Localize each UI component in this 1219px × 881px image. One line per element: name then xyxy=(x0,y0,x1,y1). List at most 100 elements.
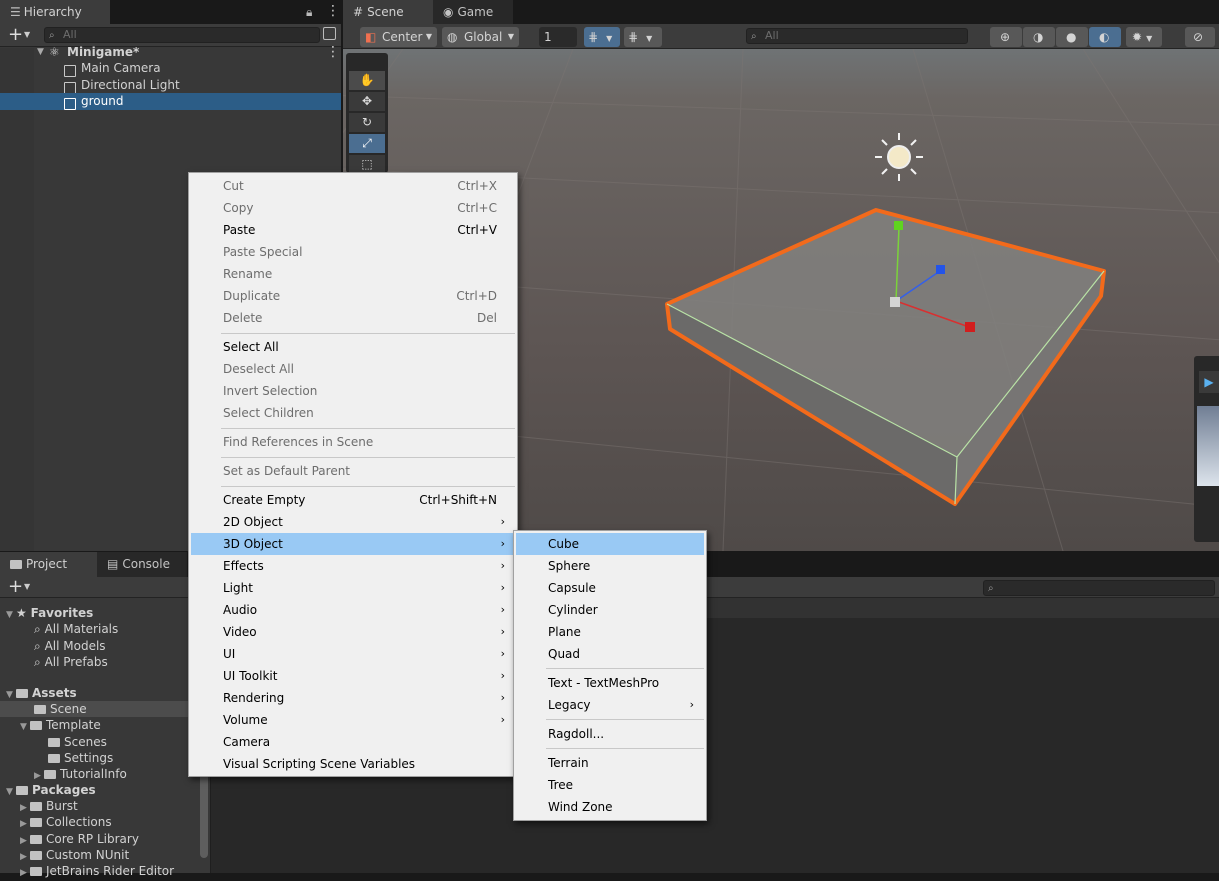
menu-item-delete[interactable]: Delete Del xyxy=(191,307,515,329)
project-tree-scrollbar[interactable] xyxy=(200,768,208,858)
menu-item-copy[interactable]: Copy Ctrl+C xyxy=(191,197,515,219)
shaded-mode-button[interactable]: ● xyxy=(1056,27,1088,47)
packages-header[interactable]: ▼ Packages xyxy=(0,782,188,798)
hierarchy-search-input[interactable]: ⌕ All xyxy=(44,27,320,43)
folder-item[interactable]: Scenes xyxy=(0,734,188,750)
favorite-item[interactable]: ⌕ All Materials xyxy=(0,621,188,637)
assets-header[interactable]: ▼ Assets xyxy=(0,685,188,701)
hand-tool-button[interactable]: ✋ xyxy=(349,71,385,90)
menu-item-cut[interactable]: Cut Ctrl+X xyxy=(191,175,515,197)
favorite-item[interactable]: ⌕ All Prefabs xyxy=(0,654,188,670)
menu-item-video[interactable]: Video › xyxy=(191,621,515,643)
menu-item-cube[interactable]: Cube xyxy=(516,533,704,555)
menu-item-paste-special[interactable]: Paste Special xyxy=(191,241,515,263)
more-options-icon[interactable]: ⋮ xyxy=(326,3,340,19)
menu-item-set-default-parent[interactable]: Set as Default Parent xyxy=(191,460,515,482)
menu-item-legacy[interactable]: Legacy › xyxy=(516,694,704,716)
move-tool-button[interactable]: ✥ xyxy=(349,92,385,111)
tab-scene[interactable]: # Scene xyxy=(343,0,433,24)
menu-item-terrain[interactable]: Terrain xyxy=(516,752,704,774)
package-item[interactable]: ▶ Custom NUnit xyxy=(0,847,188,863)
menu-item-deselect-all[interactable]: Deselect All xyxy=(191,358,515,380)
hierarchy-item-main-camera[interactable]: Main Camera xyxy=(0,60,341,77)
hierarchy-item-ground[interactable]: ground xyxy=(0,93,341,110)
folder-icon xyxy=(48,754,60,763)
folder-icon xyxy=(30,835,42,844)
menu-item-create-empty[interactable]: Create Empty Ctrl+Shift+N xyxy=(191,489,515,511)
menu-item-cylinder[interactable]: Cylinder xyxy=(516,599,704,621)
menu-item-select-all[interactable]: Select All xyxy=(191,336,515,358)
folder-item[interactable]: ▶ TutorialInfo xyxy=(0,766,188,782)
camera-icon[interactable]: ▶ xyxy=(1199,371,1219,393)
gizmos-dropdown[interactable]: ✹ ▼ xyxy=(1126,27,1162,47)
lock-icon[interactable]: 🔒︎ xyxy=(306,5,312,20)
menu-item-rendering[interactable]: Rendering › xyxy=(191,687,515,709)
space-global-dropdown[interactable]: ◍ Global ▼ xyxy=(442,27,519,47)
scene-visibility-toggle[interactable]: ⊘ xyxy=(1185,27,1215,47)
menu-item-effects[interactable]: Effects › xyxy=(191,555,515,577)
favorites-header[interactable]: ▼ ★ Favorites xyxy=(0,605,188,621)
menu-item-paste[interactable]: Paste Ctrl+V xyxy=(191,219,515,241)
search-mode-icon[interactable] xyxy=(323,27,336,40)
menu-item-plane[interactable]: Plane xyxy=(516,621,704,643)
hierarchy-item-directional-light[interactable]: Directional Light xyxy=(0,77,341,94)
grid-visibility-toggle[interactable]: ⋕ ▼ xyxy=(624,27,662,47)
grid-snap-toggle[interactable]: ⋕ ▼ xyxy=(584,27,620,47)
rotate-tool-button[interactable]: ↻ xyxy=(349,113,385,132)
menu-item-invert-selection[interactable]: Invert Selection xyxy=(191,380,515,402)
package-item[interactable]: ▶ Core RP Library xyxy=(0,831,188,847)
menu-item-capsule[interactable]: Capsule xyxy=(516,577,704,599)
pivot-center-dropdown[interactable]: ◧ Center ▼ xyxy=(360,27,437,47)
tab-project[interactable]: Project xyxy=(0,552,97,577)
menu-item-audio[interactable]: Audio › xyxy=(191,599,515,621)
menu-item-ui-toolkit[interactable]: UI Toolkit › xyxy=(191,665,515,687)
menu-item-wind-zone[interactable]: Wind Zone xyxy=(516,796,704,818)
wireframe-mode-button[interactable]: ⊕ xyxy=(990,27,1022,47)
create-plus-icon[interactable]: + xyxy=(8,24,23,46)
shaded-wireframe-button[interactable]: ◑ xyxy=(1023,27,1055,47)
scene-search-input[interactable]: ⌕ All xyxy=(746,28,968,44)
menu-item-light[interactable]: Light › xyxy=(191,577,515,599)
menu-item-visual-scripting-scene-variables[interactable]: Visual Scripting Scene Variables xyxy=(191,753,515,775)
favorite-item[interactable]: ⌕ All Models xyxy=(0,638,188,654)
search-icon: ⌕ xyxy=(34,639,41,653)
unlit-mode-button[interactable]: ◐ xyxy=(1089,27,1121,47)
more-options-icon[interactable]: ⋮ xyxy=(326,44,340,61)
folder-item[interactable]: ▼ Template xyxy=(0,717,188,733)
chevron-down-icon[interactable]: ▼ xyxy=(24,582,30,591)
menu-item-ui[interactable]: UI › xyxy=(191,643,515,665)
scene-row[interactable]: ▼ ⚛ Minigame* ⋮ xyxy=(0,44,341,61)
menu-item-3d-object[interactable]: 3D Object › xyxy=(191,533,515,555)
create-plus-icon[interactable]: + xyxy=(8,576,23,598)
rect-tool-button[interactable]: ⬚ xyxy=(349,155,385,173)
menu-item-find-references[interactable]: Find References in Scene xyxy=(191,431,515,453)
menu-item-duplicate[interactable]: Duplicate Ctrl+D xyxy=(191,285,515,307)
menu-item-rename[interactable]: Rename xyxy=(191,263,515,285)
folder-icon xyxy=(16,689,28,698)
tab-game[interactable]: ◉ Game xyxy=(433,0,513,24)
snap-increment-input[interactable]: 1 xyxy=(539,27,577,47)
menu-item-ragdoll[interactable]: Ragdoll... xyxy=(516,723,704,745)
search-icon: ⌕ xyxy=(751,31,757,42)
menu-item-quad[interactable]: Quad xyxy=(516,643,704,665)
menu-item-text-textmeshpro[interactable]: Text - TextMeshPro xyxy=(516,672,704,694)
chevron-down-icon[interactable]: ▼ xyxy=(37,44,44,61)
project-search-input[interactable]: ⌕ xyxy=(983,580,1215,596)
folder-item[interactable]: Scene xyxy=(0,701,188,717)
chevron-right-icon: › xyxy=(500,625,505,638)
menu-item-2d-object[interactable]: 2D Object › xyxy=(191,511,515,533)
tab-console[interactable]: ▤ Console xyxy=(97,552,187,577)
package-item[interactable]: ▶ Burst xyxy=(0,798,188,814)
package-item[interactable]: ▶ JetBrains Rider Editor xyxy=(0,863,188,879)
menu-item-select-children[interactable]: Select Children xyxy=(191,402,515,424)
package-item[interactable]: ▶ Collections xyxy=(0,814,188,830)
scale-tool-button[interactable]: ⤢ xyxy=(349,134,385,153)
camera-preview-overlay: ▶ xyxy=(1194,356,1219,542)
menu-item-volume[interactable]: Volume › xyxy=(191,709,515,731)
chevron-down-icon[interactable]: ▼ xyxy=(24,30,30,39)
menu-item-sphere[interactable]: Sphere xyxy=(516,555,704,577)
folder-item[interactable]: Settings xyxy=(0,750,188,766)
menu-item-tree[interactable]: Tree xyxy=(516,774,704,796)
tab-hierarchy[interactable]: ☰ Hierarchy xyxy=(0,0,110,24)
menu-item-camera[interactable]: Camera xyxy=(191,731,515,753)
